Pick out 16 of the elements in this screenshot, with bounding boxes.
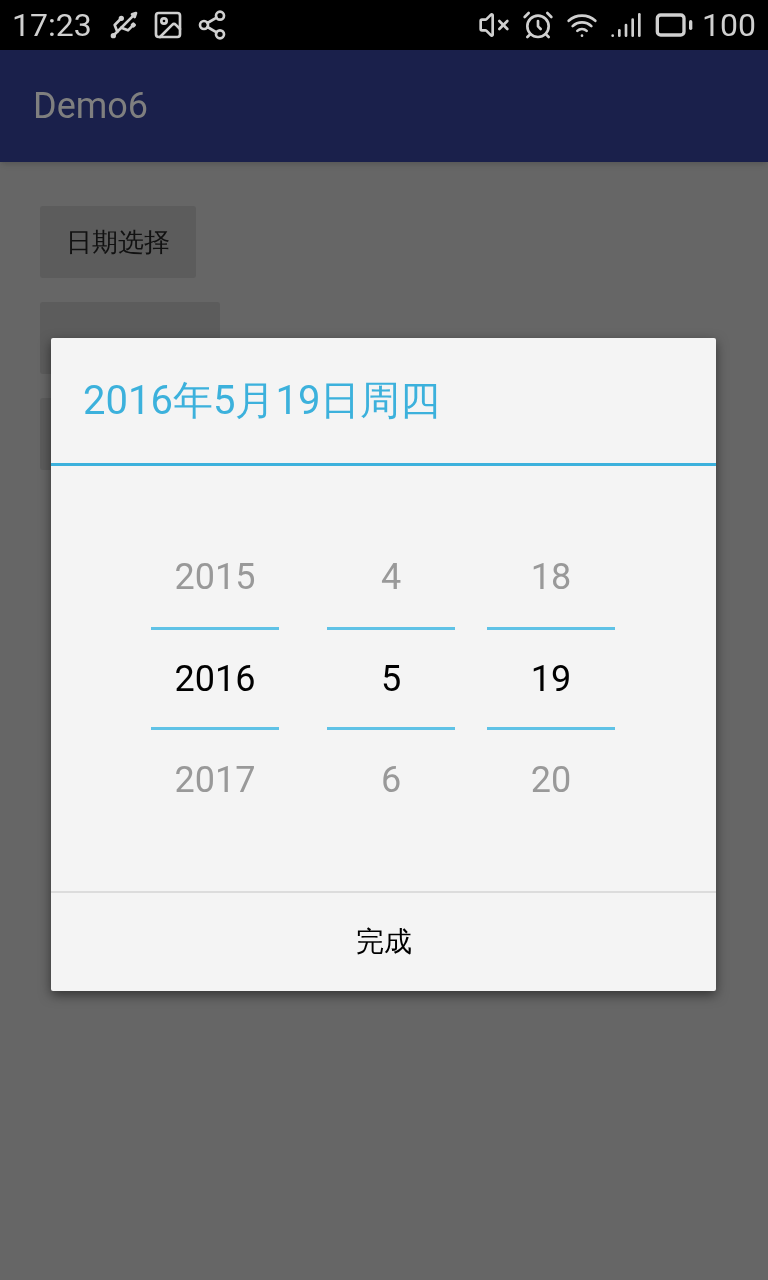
done-button[interactable]: 完成: [51, 893, 716, 991]
picker-item[interactable]: 18: [487, 527, 615, 627]
date-button[interactable]: 日期选择: [40, 206, 196, 278]
picker-item[interactable]: 6: [327, 730, 455, 830]
picker-item[interactable]: 2017: [151, 730, 279, 830]
app-title: Demo6: [33, 84, 149, 129]
picker-item[interactable]: 5: [327, 627, 455, 730]
picker-item[interactable]: 2015: [151, 527, 279, 627]
dialog-title: 2016年5月19日周四: [83, 375, 441, 426]
picker-item[interactable]: 2016: [151, 627, 279, 730]
status-time: 17:23: [12, 5, 92, 46]
alarm-icon: [522, 9, 555, 41]
picker-item[interactable]: 20: [487, 730, 615, 830]
picker-item[interactable]: 19: [487, 627, 615, 730]
picker-item[interactable]: 4: [327, 527, 455, 627]
battery-level: 100: [702, 5, 756, 46]
